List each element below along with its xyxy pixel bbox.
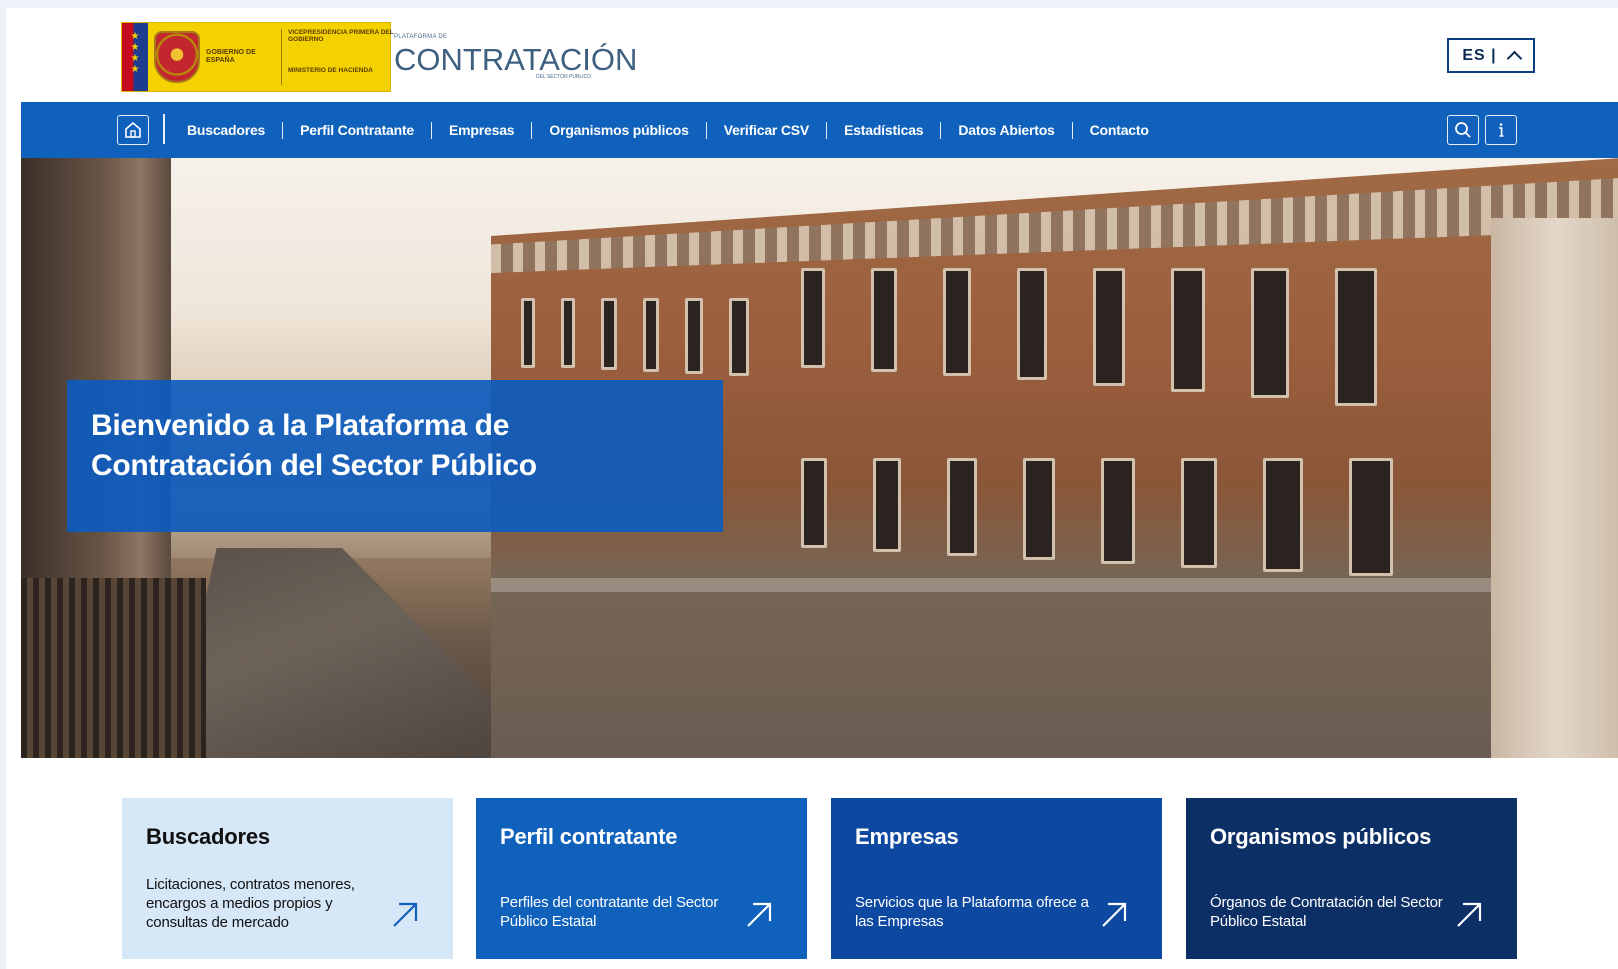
window xyxy=(1023,458,1055,560)
window xyxy=(1263,458,1303,572)
window xyxy=(873,458,901,552)
nav-item-perfil-contratante[interactable]: Perfil Contratante xyxy=(282,121,431,139)
window xyxy=(943,268,971,376)
language-label: ES | xyxy=(1462,46,1497,64)
hero-image-stone-band xyxy=(491,578,1618,592)
card-organismos-publicos[interactable]: Organismos públicos Órganos de Contratac… xyxy=(1186,798,1517,959)
platform-logo-sub-text: DEL SECTOR PÚBLICO xyxy=(536,74,592,80)
nav-separator xyxy=(163,114,165,144)
hero-banner: Bienvenido a la Plataforma de Contrataci… xyxy=(67,380,723,532)
nav-item-verificar-csv[interactable]: Verificar CSV xyxy=(705,121,826,139)
info-icon xyxy=(1499,123,1504,137)
hero-image-balcony xyxy=(21,578,206,758)
card-description: Servicios que la Plataforma ofrece a las… xyxy=(855,894,1089,930)
window xyxy=(1101,458,1135,564)
hero-window-row-upper-small xyxy=(521,298,749,376)
arrow-up-right-icon xyxy=(393,902,418,927)
window xyxy=(561,298,575,368)
card-perfil-contratante[interactable]: Perfil contratante Perfiles del contrata… xyxy=(476,798,807,959)
arrow-up-right-icon xyxy=(1457,902,1482,927)
platform-logo-small-text: PLATAFORMA DE xyxy=(394,34,448,40)
gov-logo-right-text-2: MINISTERIO DE HACIENDA xyxy=(288,67,373,74)
window xyxy=(1171,268,1205,392)
arrow-up-right-icon xyxy=(747,902,772,927)
home-button[interactable] xyxy=(117,115,149,145)
info-button[interactable] xyxy=(1485,115,1517,145)
window xyxy=(801,458,827,548)
eu-flag-strip: ★ ★ ★ ★ xyxy=(122,23,148,91)
card-title: Perfil contratante xyxy=(500,824,678,849)
window xyxy=(729,298,749,376)
window xyxy=(685,298,703,374)
nav-item-buscadores[interactable]: Buscadores xyxy=(171,122,282,139)
coat-of-arms-icon xyxy=(154,31,200,83)
window xyxy=(1093,268,1125,386)
gov-logo-right-text-1: VICEPRESIDENCIA PRIMERA DEL GOBIERNO xyxy=(288,29,394,43)
window xyxy=(1349,458,1393,576)
arrow-up-right-icon xyxy=(1102,902,1127,927)
window xyxy=(1017,268,1047,380)
hero-image-right-building xyxy=(1491,218,1618,758)
home-icon xyxy=(125,121,141,138)
card-title: Buscadores xyxy=(146,824,270,849)
window xyxy=(1335,268,1377,406)
nav-item-estadisticas[interactable]: Estadísticas xyxy=(826,121,940,139)
card-title: Empresas xyxy=(855,824,959,849)
hero-section: Bienvenido a la Plataforma de Contrataci… xyxy=(21,158,1618,758)
hero-window-row-upper xyxy=(801,268,1377,406)
window xyxy=(1181,458,1217,568)
government-logo[interactable]: ★ ★ ★ ★ GOBIERNO DE ESPAÑA VICEPRESIDENCIA … xyxy=(121,22,394,92)
nav-item-datos-abiertos[interactable]: Datos Abiertos xyxy=(940,121,1071,139)
window xyxy=(1251,268,1289,398)
search-icon xyxy=(1455,122,1471,138)
nav-item-contacto[interactable]: Contacto xyxy=(1071,121,1166,139)
card-description: Perfiles del contratante del Sector Públ… xyxy=(500,894,719,930)
main-nav: Buscadores Perfil Contratante Empresas O… xyxy=(21,102,1618,158)
gov-logo-divider xyxy=(281,29,282,85)
quick-access-cards: Buscadores Licitaciones, contratos menor… xyxy=(6,798,1618,959)
search-button[interactable] xyxy=(1447,115,1479,145)
card-title: Organismos públicos xyxy=(1210,824,1432,849)
platform-logo-word: CONTRATACIÓN xyxy=(394,42,638,77)
card-description: Órganos de Contratación del Sector Públi… xyxy=(1210,894,1443,930)
chevron-up-icon xyxy=(1506,50,1522,67)
card-empresas[interactable]: Empresas Servicios que la Plataforma ofr… xyxy=(831,798,1162,959)
hero-title-line-2: Contratación del Sector Público xyxy=(91,449,537,482)
window xyxy=(601,298,617,370)
nav-links: Buscadores Perfil Contratante Empresas O… xyxy=(171,102,1166,158)
nav-item-organismos-publicos[interactable]: Organismos públicos xyxy=(531,121,705,139)
site-header: ★ ★ ★ ★ GOBIERNO DE ESPAÑA VICEPRESIDENCIA … xyxy=(6,8,1618,102)
platform-logo[interactable]: PLATAFORMA DE CONTRATACIÓN DEL SECTOR PÚ… xyxy=(394,28,637,84)
nav-item-empresas[interactable]: Empresas xyxy=(431,121,531,139)
hero-title: Bienvenido a la Plataforma de Contrataci… xyxy=(91,406,691,486)
card-description: Licitaciones, contratos menores, encargo… xyxy=(146,876,355,931)
language-selector[interactable]: ES | xyxy=(1447,38,1535,73)
window xyxy=(521,298,535,368)
window xyxy=(643,298,659,372)
hero-title-line-1: Bienvenido a la Plataforma de xyxy=(91,409,510,442)
government-logo-body: GOBIERNO DE ESPAÑA VICEPRESIDENCIA PRIME… xyxy=(148,23,394,91)
window xyxy=(947,458,977,556)
card-buscadores[interactable]: Buscadores Licitaciones, contratos menor… xyxy=(122,798,453,959)
hero-window-row-middle xyxy=(801,458,1393,576)
gov-logo-left-text: GOBIERNO DE ESPAÑA xyxy=(206,49,256,64)
window xyxy=(801,268,825,368)
gov-logo-right: VICEPRESIDENCIA PRIMERA DEL GOBIERNO MIN… xyxy=(288,29,398,87)
window xyxy=(871,268,897,372)
page: ★ ★ ★ ★ GOBIERNO DE ESPAÑA VICEPRESIDENCIA … xyxy=(6,8,1618,969)
